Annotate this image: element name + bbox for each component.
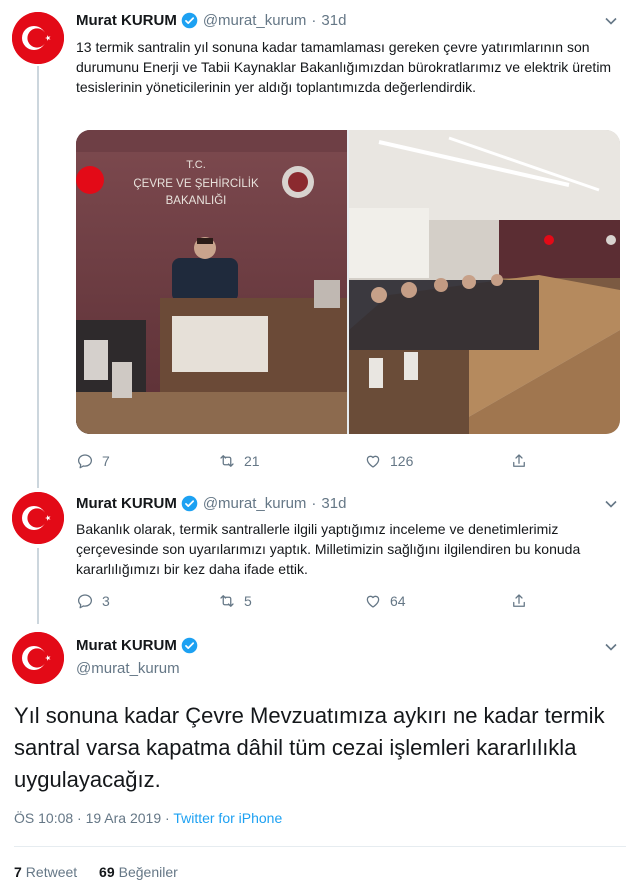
verified-badge-icon: [181, 12, 198, 29]
retweet-count: 21: [244, 453, 260, 469]
timestamp[interactable]: ÖS 10:08 · 19 Ara 2019: [14, 810, 161, 826]
tweet-header: Murat KURUM @murat_kurum · 31d: [76, 12, 346, 29]
tweet-text: Bakanlık olarak, termik santrallerle ilg…: [76, 521, 581, 577]
share-icon: [513, 594, 525, 607]
like-button[interactable]: 126: [364, 452, 413, 470]
retweet-total: 7: [14, 864, 22, 880]
share-button[interactable]: [510, 452, 536, 470]
reply-icon: [77, 594, 93, 609]
separator: ·: [311, 495, 317, 512]
reply-button[interactable]: 3: [76, 592, 110, 610]
author-name[interactable]: Murat KURUM: [76, 637, 177, 654]
retweet-button[interactable]: 5: [218, 592, 252, 610]
tweet-actions: 7 21 126: [76, 452, 536, 472]
media-photo-2[interactable]: [349, 130, 620, 434]
like-label: Beğeniler: [118, 864, 178, 880]
media-sign-line3: BAKANLIĞI: [166, 194, 227, 207]
retweet-icon: [220, 455, 234, 467]
like-count: 64: [390, 593, 406, 609]
thread-connector: [37, 548, 39, 624]
tweet-header: Murat KURUM @murat_kurum · 31d: [76, 495, 346, 512]
avatar[interactable]: [12, 632, 64, 684]
like-stat[interactable]: 69 Beğeniler: [99, 864, 178, 880]
chevron-down-icon[interactable]: [604, 14, 618, 28]
heart-icon: [366, 595, 380, 608]
media-sign-line1: T.C.: [186, 159, 206, 171]
media-sign-line2: ÇEVRE VE ŞEHİRCİLİK: [133, 177, 259, 190]
reply-count: 3: [102, 593, 110, 609]
verified-badge-icon: [181, 495, 198, 512]
heart-icon: [366, 455, 380, 468]
share-button[interactable]: [510, 592, 536, 610]
verified-badge-icon: [181, 637, 198, 654]
author-handle[interactable]: @murat_kurum: [76, 660, 180, 677]
retweet-stat[interactable]: 7 Retweet: [14, 864, 95, 880]
meta-separator: ·: [161, 810, 174, 826]
tweet-actions: 3 5 64: [76, 592, 536, 612]
like-count: 126: [390, 453, 414, 469]
thread-connector: [37, 66, 39, 488]
reply-icon: [77, 454, 93, 469]
engagement-stats: 7 Retweet 69 Beğeniler: [14, 864, 178, 880]
main-tweet-text: Yıl sonuna kadar Çevre Mevzuatımıza aykı…: [14, 703, 605, 792]
tweet-meta: ÖS 10:08 · 19 Ara 2019 · Twitter for iPh…: [14, 810, 282, 826]
reply-button[interactable]: 7: [76, 452, 110, 470]
chevron-down-icon[interactable]: [604, 497, 618, 511]
divider: [14, 846, 626, 847]
tweet-text: 13 termik santralin yıl sonuna kadar tam…: [76, 39, 612, 95]
retweet-label: Retweet: [25, 864, 78, 880]
retweet-button[interactable]: 21: [218, 452, 260, 470]
author-handle[interactable]: @murat_kurum: [203, 12, 307, 29]
tweet-media[interactable]: T.C. ÇEVRE VE ŞEHİRCİLİK BAKANLIĞI: [76, 130, 620, 434]
author-name[interactable]: Murat KURUM: [76, 495, 177, 512]
tweet-time[interactable]: 31d: [321, 12, 346, 29]
like-button[interactable]: 64: [364, 592, 406, 610]
reply-count: 7: [102, 453, 110, 469]
author-handle[interactable]: @murat_kurum: [203, 495, 307, 512]
retweet-icon: [220, 595, 234, 607]
retweet-count: 5: [244, 593, 252, 609]
chevron-down-icon[interactable]: [604, 640, 618, 654]
avatar[interactable]: [12, 12, 64, 64]
main-author: Murat KURUM: [76, 637, 203, 654]
separator: ·: [311, 12, 317, 29]
share-icon: [513, 454, 525, 467]
like-total: 69: [99, 864, 115, 880]
avatar[interactable]: [12, 492, 64, 544]
tweet-time[interactable]: 31d: [321, 495, 346, 512]
media-photo-1[interactable]: T.C. ÇEVRE VE ŞEHİRCİLİK BAKANLIĞI: [76, 130, 347, 434]
source-link[interactable]: Twitter for iPhone: [173, 810, 282, 826]
author-name[interactable]: Murat KURUM: [76, 12, 177, 29]
